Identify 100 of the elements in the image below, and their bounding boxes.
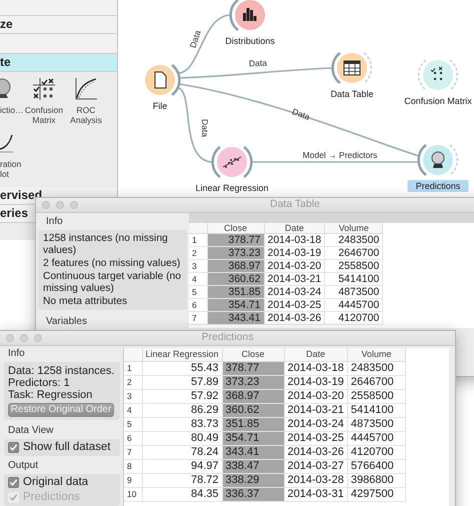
table-icon bbox=[344, 60, 360, 76]
scatter-icon bbox=[222, 156, 242, 168]
widget-node[interactable] bbox=[211, 146, 253, 178]
table-cell: 3986800 bbox=[347, 474, 406, 488]
table-cell: 2558500 bbox=[347, 390, 406, 404]
table-cell: 343.41 bbox=[207, 312, 264, 324]
widget-button[interactable]: ROC Analysis bbox=[65, 76, 107, 128]
row-number: 7 bbox=[124, 446, 142, 460]
table-cell: 5766400 bbox=[347, 460, 406, 474]
node-label: Confusion Matrix bbox=[404, 96, 472, 106]
table-cell: 4445700 bbox=[347, 432, 406, 446]
row-number: 4 bbox=[189, 272, 207, 286]
section-heading: Output bbox=[7, 460, 40, 472]
table-cell: 2483500 bbox=[347, 362, 406, 376]
widget-button[interactable]: ration lot bbox=[0, 130, 23, 181]
widget-button[interactable]: ictio… bbox=[0, 76, 23, 128]
table-cell: 338.47 bbox=[222, 460, 284, 474]
table-cell: 4120700 bbox=[347, 446, 406, 460]
table-cell: 2014-03-21 bbox=[264, 272, 325, 286]
table-cell: 360.62 bbox=[222, 404, 284, 418]
category-header: eries bbox=[0, 206, 28, 220]
widget-button[interactable]: Confusion Matrix bbox=[23, 76, 65, 128]
info-text: Continuous target variable (no missing values) bbox=[43, 271, 182, 295]
column-header[interactable]: Close bbox=[207, 223, 264, 234]
table-cell: 2014-03-20 bbox=[264, 260, 325, 272]
table-cell: 86.29 bbox=[142, 404, 222, 418]
table-cell: 2483500 bbox=[324, 234, 383, 246]
table-cell: 338.29 bbox=[222, 474, 284, 488]
widget-node[interactable] bbox=[418, 59, 458, 91]
table-cell: 5414100 bbox=[347, 404, 406, 418]
globe-icon bbox=[432, 152, 444, 168]
category-row[interactable]: ze bbox=[0, 16, 117, 34]
table-cell: 378.77 bbox=[222, 362, 284, 376]
widget-node[interactable] bbox=[331, 52, 372, 84]
table-cell: 2014-03-27 bbox=[284, 460, 348, 474]
table-cell: 354.71 bbox=[222, 432, 284, 446]
document-icon bbox=[154, 72, 166, 88]
bar-chart-icon bbox=[243, 8, 256, 21]
link-label: Data bbox=[188, 28, 203, 50]
checkbox[interactable] bbox=[8, 477, 19, 488]
checkbox-label[interactable]: Original data bbox=[23, 476, 88, 489]
row-number: 3 bbox=[189, 260, 207, 272]
table-cell: 2014-03-25 bbox=[284, 432, 348, 446]
table-cell: 2014-03-26 bbox=[264, 312, 325, 324]
table-cell: 78.24 bbox=[142, 446, 222, 460]
table-cell: 2014-03-25 bbox=[264, 298, 325, 312]
table-cell: 2014-03-18 bbox=[284, 362, 348, 376]
table-cell: 343.41 bbox=[222, 446, 284, 460]
table-cell: 2014-03-19 bbox=[264, 246, 325, 260]
row-number: 10 bbox=[124, 488, 142, 502]
column-header[interactable]: Volume bbox=[324, 223, 383, 234]
table-cell: 55.43 bbox=[142, 362, 222, 376]
info-text: 2 features (no missing values) bbox=[43, 258, 182, 270]
category-header: te bbox=[0, 55, 11, 69]
table-cell: 336.37 bbox=[222, 488, 284, 502]
column-header[interactable]: Date bbox=[264, 223, 325, 234]
table-cell: 5414100 bbox=[324, 272, 383, 286]
column-header[interactable]: Linear Regression bbox=[142, 348, 222, 362]
link-label: Model → Predictors bbox=[302, 150, 378, 160]
table-cell: 2558500 bbox=[324, 260, 383, 272]
info-text: No meta attributes bbox=[43, 296, 128, 308]
column-header[interactable]: Date bbox=[284, 348, 348, 362]
column-header[interactable]: Volume bbox=[347, 348, 406, 362]
row-number: 7 bbox=[189, 312, 207, 324]
node-label: File bbox=[152, 101, 168, 111]
table-cell: 4445700 bbox=[324, 298, 383, 312]
curve-chart-icon bbox=[73, 76, 99, 102]
link-label: Data bbox=[248, 58, 268, 68]
table-cell: 4120700 bbox=[324, 312, 383, 324]
checkbox-label[interactable]: Show full dataset bbox=[23, 441, 111, 454]
grid-icon bbox=[31, 76, 57, 102]
widget-node[interactable] bbox=[417, 144, 458, 176]
row-number: 2 bbox=[124, 376, 142, 390]
section-heading: Data View bbox=[7, 425, 54, 437]
node-label: Linear Regression bbox=[195, 183, 269, 193]
category-header: ze bbox=[0, 17, 13, 31]
info-text: Task: Regression bbox=[8, 389, 92, 401]
table-cell: 57.92 bbox=[142, 390, 222, 404]
table-cell: 373.23 bbox=[222, 376, 284, 390]
widget-node[interactable] bbox=[229, 0, 265, 31]
widget-node[interactable] bbox=[145, 64, 181, 96]
table-cell: 354.71 bbox=[207, 298, 264, 312]
table-cell: 351.85 bbox=[222, 418, 284, 432]
row-number: 3 bbox=[124, 390, 142, 404]
table-cell: 83.73 bbox=[142, 418, 222, 432]
category-row[interactable]: te bbox=[0, 54, 117, 72]
checkbox[interactable] bbox=[8, 442, 19, 453]
column-header[interactable]: Close bbox=[222, 348, 284, 362]
section-heading: Variables bbox=[45, 316, 88, 328]
row-number: 6 bbox=[124, 432, 142, 446]
row-number: 1 bbox=[189, 234, 207, 246]
row-number: 6 bbox=[189, 298, 207, 312]
table-cell: 2014-03-19 bbox=[284, 376, 348, 390]
row-number: 5 bbox=[189, 286, 207, 298]
table-cell: 84.35 bbox=[142, 488, 222, 502]
table-cell: 4873500 bbox=[324, 286, 383, 298]
table-cell: 2014-03-24 bbox=[264, 286, 325, 298]
table-cell: 57.89 bbox=[142, 376, 222, 390]
table-cell: 351.85 bbox=[207, 286, 264, 298]
link-label: Data bbox=[200, 119, 210, 137]
